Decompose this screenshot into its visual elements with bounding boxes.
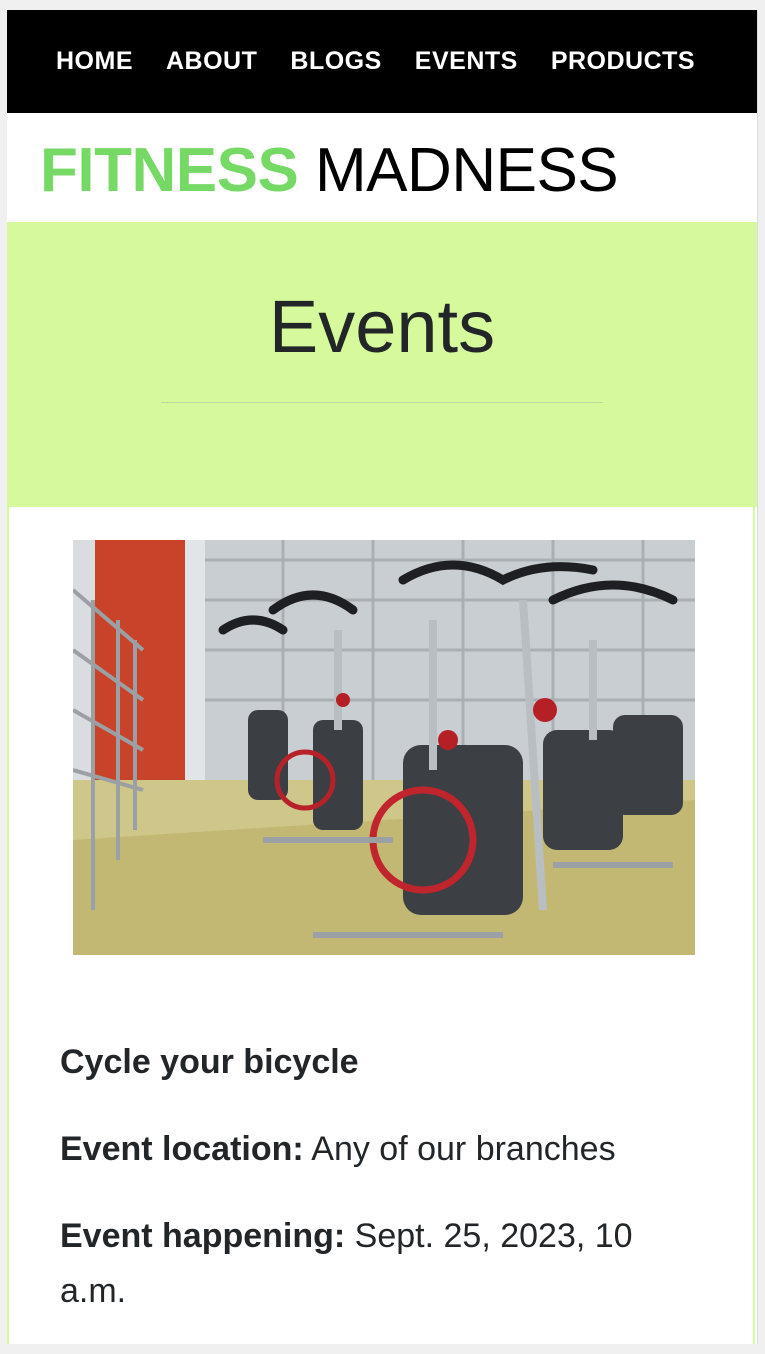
site-logo-link[interactable]: FITNESS MADNESS bbox=[40, 135, 619, 207]
header-divider bbox=[161, 402, 603, 403]
nav-products-link[interactable]: PRODUCTS bbox=[551, 46, 695, 76]
nav-blogs-link[interactable]: BLOGS bbox=[290, 46, 381, 76]
event-location-label: Event location: bbox=[60, 1130, 304, 1168]
nav-home-link[interactable]: HOME bbox=[56, 46, 133, 76]
nav-about-link[interactable]: ABOUT bbox=[166, 46, 257, 76]
nav-events-link[interactable]: EVENTS bbox=[415, 46, 518, 76]
page: HOME ABOUT BLOGS EVENTS PRODUCTS FITNESS… bbox=[7, 10, 758, 1344]
nav-list: HOME ABOUT BLOGS EVENTS PRODUCTS bbox=[56, 46, 728, 76]
event-image bbox=[73, 540, 695, 955]
event-location-row: Event location: Any of our branches bbox=[60, 1122, 680, 1177]
event-title: Cycle your bicycle bbox=[60, 1043, 359, 1081]
spin-bikes-photo-icon bbox=[73, 540, 695, 955]
event-location-value: Any of our branches bbox=[303, 1130, 616, 1168]
top-navbar: HOME ABOUT BLOGS EVENTS PRODUCTS bbox=[7, 10, 757, 113]
page-header-banner: Events bbox=[7, 222, 757, 507]
brand-word-madness: MADNESS bbox=[298, 136, 619, 205]
event-time-row: Event happening: Sept. 25, 2023, 10 a.m. bbox=[60, 1209, 680, 1319]
event-card: Cycle your bicycle Event location: Any o… bbox=[7, 507, 755, 1344]
brand-word-fitness: FITNESS bbox=[40, 136, 299, 205]
event-time-label: Event happening: bbox=[60, 1217, 346, 1255]
event-details: Cycle your bicycle Event location: Any o… bbox=[60, 1035, 680, 1344]
page-title: Events bbox=[268, 285, 496, 368]
